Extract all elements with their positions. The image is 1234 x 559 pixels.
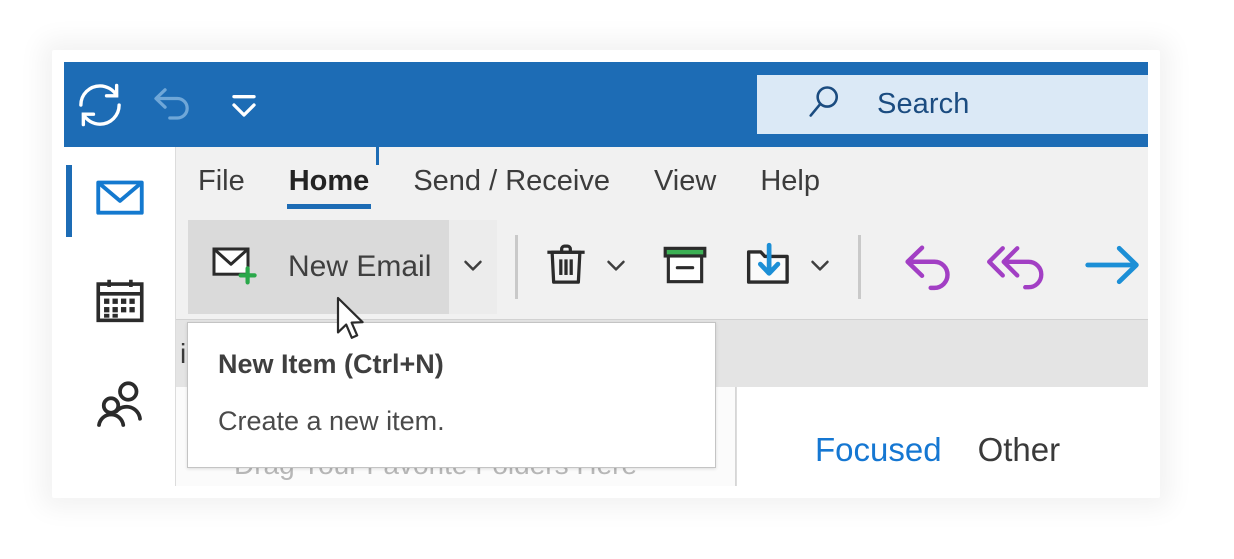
sidebar-item-calendar[interactable] (64, 251, 176, 355)
chevron-down-icon (805, 250, 835, 285)
move-dropdown-button[interactable] (800, 250, 841, 285)
calendar-icon (91, 272, 149, 335)
archive-button[interactable] (654, 220, 716, 314)
navigation-rail (64, 147, 176, 486)
tab-help[interactable]: Help (738, 147, 842, 215)
trash-icon (540, 239, 592, 296)
sync-icon[interactable] (64, 62, 136, 147)
search-placeholder: Search (877, 88, 970, 120)
customize-quick-access-toolbar-icon[interactable] (208, 62, 280, 147)
toolbar-separator-1 (515, 235, 519, 299)
delete-button[interactable] (536, 220, 596, 314)
tab-send-receive[interactable]: Send / Receive (391, 147, 632, 215)
tooltip-title: New Item (Ctrl+N) (218, 349, 444, 379)
move-to-folder-icon (740, 238, 796, 297)
search-input[interactable]: Search (757, 75, 1148, 134)
sidebar-item-people[interactable] (64, 355, 176, 459)
ribbon: File Home Send / Receive View Help New E… (176, 147, 1148, 319)
reply-button[interactable] (895, 220, 964, 314)
toolbar-separator-2 (858, 235, 862, 299)
reply-all-button[interactable] (982, 220, 1057, 314)
reply-all-icon (986, 237, 1054, 298)
new-email-button[interactable]: New Email (188, 220, 450, 314)
search-icon (803, 80, 847, 129)
chevron-down-icon (458, 250, 488, 285)
forward-button[interactable] (1079, 220, 1148, 314)
people-icon (90, 375, 150, 440)
pivot-focused[interactable]: Focused (815, 431, 942, 469)
tab-home-label: Home (288, 164, 370, 197)
tab-send-receive-label: Send / Receive (413, 164, 610, 197)
message-list-pivots: Focused Other (815, 431, 1060, 469)
title-bar: Search (64, 62, 1148, 147)
ribbon-tabstrip: File Home Send / Receive View Help (176, 147, 1148, 215)
delete-dropdown-button[interactable] (596, 250, 637, 285)
new-email-icon (210, 240, 266, 295)
move-to-folder-button[interactable] (736, 220, 800, 314)
quick-access-toolbar (64, 62, 280, 147)
tab-view[interactable]: View (632, 147, 738, 215)
tab-home[interactable]: Home (267, 147, 392, 215)
pivot-other[interactable]: Other (978, 431, 1061, 469)
forward-icon (1082, 240, 1144, 295)
message-list-pane: Focused Other (736, 387, 1148, 486)
tab-help-label: Help (760, 164, 820, 197)
chevron-down-icon (601, 250, 631, 285)
sidebar-item-mail[interactable] (64, 147, 176, 251)
new-email-label: New Email (288, 250, 432, 283)
tooltip-description: Create a new item. (218, 406, 445, 436)
tab-view-label: View (653, 164, 717, 197)
new-email-dropdown-button[interactable] (449, 220, 498, 314)
tab-file[interactable]: File (176, 147, 267, 215)
reply-icon (899, 237, 961, 298)
archive-icon (658, 238, 712, 297)
tab-active-underline (286, 204, 372, 209)
envelope-icon (91, 168, 149, 231)
screenshot-stage: Search File Home Send / Receive View Hel… (0, 0, 1234, 559)
tab-file-label: File (198, 164, 245, 197)
tooltip: New Item (Ctrl+N) Create a new item. (187, 322, 716, 468)
ribbon-toolbar: New Email (176, 215, 1148, 319)
undo-icon[interactable] (136, 62, 208, 147)
